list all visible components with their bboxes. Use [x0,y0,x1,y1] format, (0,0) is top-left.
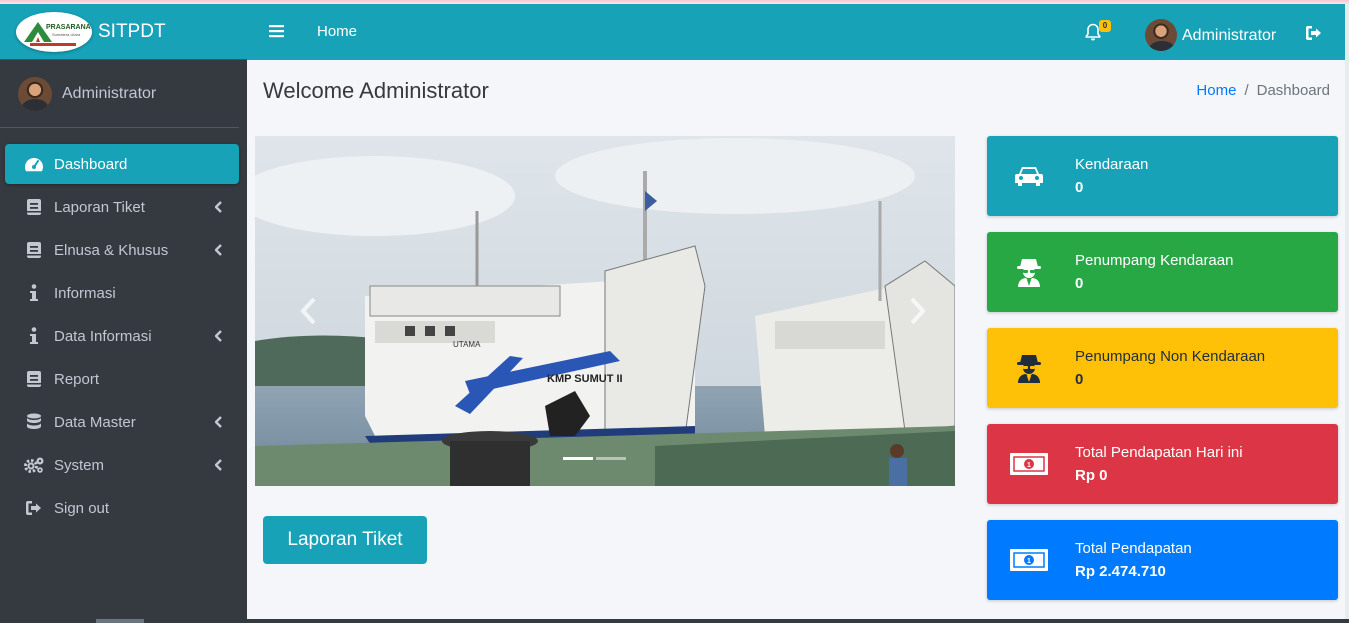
sidebar-item-data-master[interactable]: Data Master [5,402,239,442]
sidebar-item-sign-out[interactable]: Sign out [5,488,239,528]
carousel-prev-icon[interactable] [300,296,318,326]
carousel-next-icon[interactable] [908,296,926,326]
money-bill-icon: 1 [1009,448,1049,480]
sign-out-icon [23,500,45,516]
header-avatar[interactable] [1145,19,1177,51]
stat-value: Rp 0 [1075,467,1108,484]
svg-text:1: 1 [1027,558,1031,565]
chevron-left-icon [214,458,223,475]
sidebar-item-label: Informasi [54,284,116,302]
money-bill-icon: 1 [1009,544,1049,576]
sidebar-item-label: Laporan Tiket [54,198,145,216]
tachometer-icon [23,156,45,172]
hamburger-menu-icon[interactable] [269,24,285,43]
header-user-name[interactable]: Administrator [1182,27,1276,45]
brand-link[interactable]: PRASARANA Sumatera Utara SITPDT [0,4,247,60]
horizontal-scrollbar-thumb[interactable] [96,619,144,623]
carousel-indicator[interactable] [596,457,626,460]
sidebar-item-label: Report [54,370,100,388]
chevron-left-icon [214,200,223,217]
sidebar-item-label: Sign out [54,499,110,517]
sidebar-item-label: Dashboard [54,155,128,173]
stat-box-penumpang-kendaraan[interactable]: Penumpang Kendaraan 0 [987,232,1338,312]
ship-name-2: UTAMA [453,340,481,349]
logo-subtext: Sumatera Utara [52,32,81,37]
avatar [18,76,52,111]
stat-label: Penumpang Kendaraan [1075,252,1234,269]
ship-name: KMP SUMUT II [547,373,623,385]
info-icon [23,327,45,345]
stat-value: 0 [1075,179,1084,196]
stat-value: 0 [1075,371,1084,388]
header-home-link[interactable]: Home [317,23,357,40]
car-icon [1009,160,1049,192]
stat-label: Total Pendapatan Hari ini [1075,444,1243,461]
sign-out-icon[interactable] [1305,25,1323,46]
ferry-photo: KMP SUMUT II UTAMA [255,136,955,486]
brand-text: SITPDT [98,20,166,42]
cogs-icon [23,456,45,474]
breadcrumb-home-link[interactable]: Home [1196,82,1236,99]
page-scrollbar[interactable] [1345,4,1349,623]
stat-value: 0 [1075,275,1084,292]
stat-box-total-pendapatan[interactable]: 1 Total Pendapatan Rp 2.474.710 [987,520,1338,600]
sidebar-item-label: Data Informasi [54,327,152,345]
sidebar-item-informasi[interactable]: Informasi [5,273,239,313]
breadcrumb-separator: / [1244,82,1249,99]
sidebar-item-system[interactable]: System [5,445,239,485]
notification-badge: 0 [1099,20,1111,32]
sidebar-item-report[interactable]: Report [5,359,239,399]
sidebar-item-label: Data Master [54,413,136,431]
stat-label: Kendaraan [1075,156,1149,173]
breadcrumb: Home / Dashboard [1196,82,1330,99]
book-icon [23,198,45,216]
image-carousel[interactable]: KMP SUMUT II UTAMA [255,136,955,486]
horizontal-scrollbar[interactable] [247,619,1349,623]
database-icon [23,413,45,431]
stat-box-penumpang-non-kendaraan[interactable]: Penumpang Non Kendaraan 0 [987,328,1338,408]
book-icon [23,241,45,259]
sidebar-item-elnusa-khusus[interactable]: Elnusa & Khusus [5,230,239,270]
sidebar-item-data-informasi[interactable]: Data Informasi [5,316,239,356]
stat-value: Rp 2.474.710 [1075,563,1166,580]
carousel-indicators[interactable] [563,457,626,460]
sidebar: PRASARANA Sumatera Utara SITPDT Administ… [0,4,247,623]
chevron-left-icon [214,415,223,432]
stat-label: Penumpang Non Kendaraan [1075,348,1266,365]
user-secret-icon [1009,256,1049,288]
chevron-left-icon [214,243,223,260]
sidebar-item-laporan-tiket[interactable]: Laporan Tiket [5,187,239,227]
top-navbar: Home 0 Administrator [247,4,1349,60]
laporan-tiket-button[interactable]: Laporan Tiket [263,516,427,564]
stat-label: Total Pendapatan [1075,540,1192,557]
brand-logo: PRASARANA Sumatera Utara [16,11,92,52]
chevron-left-icon [214,329,223,346]
book-icon [23,370,45,388]
page-title: Welcome Administrator [263,78,489,103]
sidebar-nav: Dashboard Laporan Tiket Elnusa & Khusus … [0,128,247,528]
info-icon [23,284,45,302]
stat-box-kendaraan[interactable]: Kendaraan 0 [987,136,1338,216]
sidebar-item-label: Elnusa & Khusus [54,241,169,259]
user-panel[interactable]: Administrator [0,60,239,128]
stat-box-pendapatan-hari-ini[interactable]: 1 Total Pendapatan Hari ini Rp 0 [987,424,1338,504]
sidebar-user-name[interactable]: Administrator [62,85,156,103]
breadcrumb-current: Dashboard [1256,82,1330,99]
sidebar-item-label: System [54,456,105,474]
sidebar-item-dashboard[interactable]: Dashboard [5,144,239,184]
logo-text: PRASARANA [46,24,91,31]
user-secret-icon [1009,352,1049,384]
svg-text:1: 1 [1027,462,1031,469]
carousel-indicator[interactable] [563,457,593,460]
